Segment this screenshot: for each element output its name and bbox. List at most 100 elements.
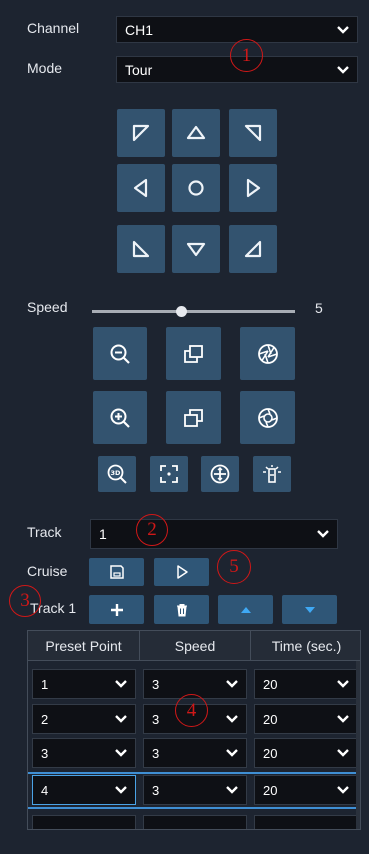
column-speed: Speed — [140, 631, 251, 661]
track-value: 1 — [99, 526, 107, 542]
chevron-down-icon — [115, 786, 127, 794]
channel-value: CH1 — [125, 21, 154, 38]
pan-right-button[interactable] — [229, 164, 277, 212]
chevron-down-icon — [337, 65, 349, 74]
annotation-marker-4: 4 — [175, 694, 208, 727]
iris-open-icon — [257, 407, 278, 428]
preset-value: 2 — [41, 711, 49, 727]
chevron-down-icon — [226, 749, 238, 757]
focus-frame-icon — [160, 465, 178, 483]
pan-left-button[interactable] — [117, 164, 165, 212]
triangle-up-icon — [240, 606, 251, 613]
plus-icon — [110, 603, 123, 616]
pan-down-left-button[interactable] — [117, 225, 165, 273]
chevron-down-icon — [337, 749, 349, 757]
preset-point-select[interactable]: 2 — [32, 704, 136, 734]
speed-cell-value: 3 — [152, 745, 160, 761]
zoom-out-icon — [110, 344, 130, 364]
svg-text:3D: 3D — [111, 469, 122, 477]
zoom-in-icon — [110, 408, 130, 428]
track-select[interactable]: 1 — [90, 519, 338, 549]
arrow-left-icon — [133, 178, 148, 198]
center-button[interactable] — [172, 164, 220, 212]
channel-select[interactable]: CH1 — [116, 16, 358, 43]
annotation-marker-1: 1 — [230, 39, 263, 72]
speed-cell-value: 3 — [152, 676, 160, 692]
chevron-down-icon — [226, 786, 238, 794]
chevron-down-icon — [226, 715, 238, 723]
time-value: 20 — [263, 745, 278, 761]
preset-point-select[interactable]: 3 — [32, 738, 136, 768]
preset-point-select[interactable]: 1 — [32, 669, 136, 699]
arrow-down-icon — [186, 242, 206, 257]
play-button[interactable] — [154, 558, 209, 586]
speed-select[interactable] — [143, 815, 247, 829]
tilt-up-button[interactable] — [172, 109, 220, 157]
ptz-reset-button[interactable] — [201, 456, 239, 492]
arrow-up-right-icon — [244, 124, 262, 142]
table-scrollbar[interactable] — [356, 661, 360, 829]
pan-down-right-button[interactable] — [229, 225, 277, 273]
preset-point-select[interactable]: 4 — [32, 775, 136, 805]
pan-up-left-button[interactable] — [117, 109, 165, 157]
arrow-up-left-icon — [132, 124, 150, 142]
move-up-button[interactable] — [218, 595, 273, 624]
arrow-down-left-icon — [132, 240, 150, 258]
table-header: Preset Point Speed Time (sec.) — [28, 631, 360, 661]
arrow-down-right-icon — [244, 240, 262, 258]
delete-preset-button[interactable] — [154, 595, 209, 624]
speed-select[interactable]: 3 — [143, 738, 247, 768]
column-time: Time (sec.) — [251, 631, 360, 661]
pan-up-right-button[interactable] — [229, 109, 277, 157]
3d-zoom-icon: 3D — [107, 464, 127, 484]
time-select[interactable]: 20 — [254, 669, 358, 699]
move-down-button[interactable] — [282, 595, 337, 624]
ptz-reset-icon — [210, 464, 230, 484]
preset-value: 3 — [41, 745, 49, 761]
zoom-in-button[interactable] — [93, 391, 147, 444]
zoom-out-button[interactable] — [93, 327, 147, 380]
wiper-light-button[interactable] — [253, 456, 291, 492]
speed-slider-handle[interactable] — [175, 306, 187, 317]
time-value: 20 — [263, 782, 278, 798]
chevron-down-icon — [115, 715, 127, 723]
chevron-down-icon — [337, 25, 349, 34]
triangle-down-icon — [304, 606, 315, 613]
chevron-down-icon — [115, 749, 127, 757]
chevron-down-icon — [317, 530, 329, 538]
save-button[interactable] — [89, 558, 144, 586]
speed-label: Speed — [27, 299, 68, 315]
tilt-down-button[interactable] — [172, 225, 220, 273]
add-preset-button[interactable] — [89, 595, 144, 624]
mode-label: Mode — [27, 60, 63, 76]
time-select[interactable]: 20 — [254, 775, 358, 805]
speed-cell-value: 3 — [152, 782, 160, 798]
track-label: Track — [27, 524, 62, 540]
preset-point-select[interactable] — [32, 815, 136, 829]
time-select[interactable]: 20 — [254, 704, 358, 734]
focus-frame-button[interactable] — [150, 456, 188, 492]
preset-value: 4 — [41, 782, 49, 798]
iris-close-button[interactable] — [240, 327, 295, 380]
time-select[interactable]: 20 — [254, 738, 358, 768]
arrow-right-icon — [246, 178, 261, 198]
speed-cell-value: 3 — [152, 711, 160, 727]
arrow-up-icon — [186, 125, 206, 140]
cruise-label: Cruise — [27, 563, 68, 579]
focus-near-button[interactable] — [166, 327, 221, 380]
time-value: 20 — [263, 711, 278, 727]
center-icon — [188, 180, 204, 196]
iris-open-button[interactable] — [240, 391, 295, 444]
channel-label: Channel — [27, 20, 80, 36]
speed-select[interactable]: 3 — [143, 775, 247, 805]
speed-slider-track[interactable] — [92, 310, 295, 313]
chevron-down-icon — [337, 786, 349, 794]
mode-value: Tour — [125, 61, 153, 78]
time-select[interactable] — [254, 815, 358, 829]
3d-zoom-button[interactable]: 3D — [98, 456, 136, 492]
column-preset-point: Preset Point — [28, 631, 140, 661]
selected-row-highlight — [28, 772, 360, 774]
annotation-marker-2: 2 — [136, 514, 168, 546]
preset-table: Preset Point Speed Time (sec.) 1 3 20 2 … — [27, 630, 361, 830]
focus-far-button[interactable] — [166, 391, 221, 444]
